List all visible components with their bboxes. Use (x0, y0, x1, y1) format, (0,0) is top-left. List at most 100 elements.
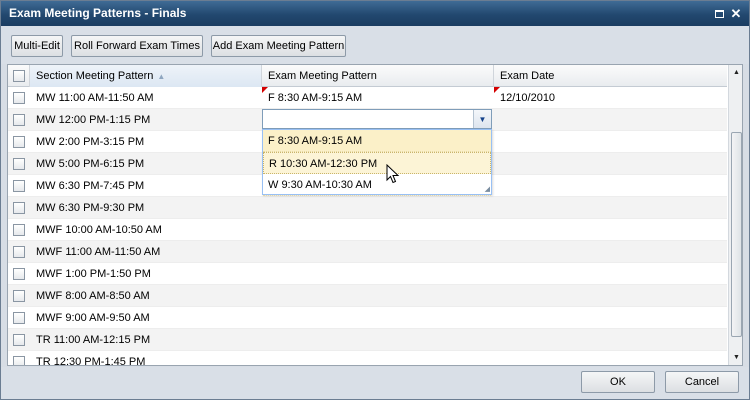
row-checkbox[interactable] (13, 136, 25, 148)
row-select-cell[interactable] (8, 329, 30, 350)
row-select-cell[interactable] (8, 351, 30, 365)
row-select-cell[interactable] (8, 219, 30, 240)
exam-date-cell[interactable] (494, 241, 727, 262)
exam-meeting-pattern-cell[interactable] (262, 329, 494, 350)
scroll-down-icon[interactable]: ▼ (729, 350, 742, 365)
exam-date-cell[interactable] (494, 197, 727, 218)
row-checkbox[interactable] (13, 224, 25, 236)
row-select-cell[interactable] (8, 307, 30, 328)
table-row[interactable]: MWF 11:00 AM-11:50 AM (8, 241, 727, 263)
row-select-cell[interactable] (8, 241, 30, 262)
add-exam-meeting-pattern-button[interactable]: Add Exam Meeting Pattern (211, 35, 346, 57)
row-checkbox[interactable] (13, 312, 25, 324)
window-title: Exam Meeting Patterns - Finals (9, 6, 187, 20)
section-meeting-pattern-cell: TR 11:00 AM-12:15 PM (36, 334, 151, 346)
row-checkbox[interactable] (13, 246, 25, 258)
exam-date-cell[interactable]: 12/10/2010 (494, 87, 727, 108)
section-meeting-pattern-cell: MWF 11:00 AM-11:50 AM (36, 246, 161, 258)
scrollbar-thumb[interactable] (731, 132, 742, 337)
column-header-label: Exam Date (500, 70, 555, 82)
dropdown-option[interactable]: R 10:30 AM-12:30 PM (263, 152, 491, 174)
ok-button[interactable]: OK (581, 371, 655, 393)
row-checkbox[interactable] (13, 114, 25, 126)
exam-meeting-pattern-cell[interactable] (262, 351, 494, 365)
row-select-cell[interactable] (8, 131, 30, 152)
row-checkbox[interactable] (13, 202, 25, 214)
section-meeting-pattern-cell: MWF 9:00 AM-9:50 AM (36, 312, 150, 324)
dropdown-option[interactable]: W 9:30 AM-10:30 AM (263, 174, 491, 196)
close-icon[interactable]: ✕ (730, 7, 742, 20)
exam-date-cell[interactable] (494, 263, 727, 284)
exam-date-cell[interactable] (494, 307, 727, 328)
exam-date-cell[interactable] (494, 153, 727, 174)
resize-handle-icon[interactable]: ◢ (485, 185, 490, 193)
exam-date-cell[interactable] (494, 285, 727, 306)
table-row[interactable]: MWF 1:00 PM-1:50 PM (8, 263, 727, 285)
exam-date-cell[interactable] (494, 131, 727, 152)
exam-meeting-pattern-cell[interactable] (262, 263, 494, 284)
column-header-section-meeting-pattern[interactable]: Section Meeting Pattern ▲ (30, 65, 262, 87)
column-header-exam-meeting-pattern[interactable]: Exam Meeting Pattern (262, 65, 494, 87)
exam-meeting-pattern-cell[interactable]: F 8:30 AM-9:15 AM (262, 87, 494, 108)
row-checkbox[interactable] (13, 180, 25, 192)
multi-edit-button[interactable]: Multi-Edit (11, 35, 63, 57)
row-select-cell[interactable] (8, 263, 30, 284)
toolbar: Multi-Edit Roll Forward Exam Times Add E… (1, 26, 749, 64)
exam-date-cell[interactable] (494, 175, 727, 196)
table-row[interactable]: MWF 9:00 AM-9:50 AM (8, 307, 727, 329)
header-select-all[interactable] (8, 65, 30, 87)
row-select-cell[interactable] (8, 197, 30, 218)
exam-meeting-pattern-cell[interactable] (262, 219, 494, 240)
roll-forward-exam-times-button[interactable]: Roll Forward Exam Times (71, 35, 203, 57)
exam-date-cell[interactable] (494, 329, 727, 350)
table-row[interactable]: MW 11:00 AM-11:50 AM F 8:30 AM-9:15 AM 1… (8, 87, 727, 109)
section-meeting-pattern-cell: MW 12:00 PM-1:15 PM (36, 114, 151, 126)
maximize-icon[interactable] (713, 8, 725, 20)
row-select-cell[interactable] (8, 175, 30, 196)
dropdown-option[interactable]: F 8:30 AM-9:15 AM (263, 130, 491, 152)
row-select-cell[interactable] (8, 87, 30, 108)
cancel-button[interactable]: Cancel (665, 371, 739, 393)
select-all-checkbox[interactable] (13, 70, 25, 82)
exam-date-cell[interactable] (494, 351, 727, 365)
row-select-cell[interactable] (8, 109, 30, 130)
scroll-up-icon[interactable]: ▲ (729, 65, 742, 80)
vertical-scrollbar[interactable]: ▲ ▼ (728, 65, 742, 365)
column-header-exam-date[interactable]: Exam Date (494, 65, 727, 87)
exam-meeting-pattern-cell[interactable] (262, 241, 494, 262)
exam-meeting-pattern-cell[interactable] (262, 307, 494, 328)
exam-date-cell[interactable] (494, 109, 727, 130)
exam-date-cell[interactable] (494, 219, 727, 240)
row-checkbox[interactable] (13, 92, 25, 104)
row-checkbox[interactable] (13, 356, 25, 365)
section-meeting-pattern-cell: MW 2:00 PM-3:15 PM (36, 136, 145, 148)
row-select-cell[interactable] (8, 153, 30, 174)
title-bar[interactable]: Exam Meeting Patterns - Finals ✕ (1, 1, 749, 26)
row-select-cell[interactable] (8, 285, 30, 306)
column-header-label: Exam Meeting Pattern (268, 70, 377, 82)
exam-meeting-pattern-combobox[interactable]: ▼ (262, 109, 492, 129)
table-row[interactable]: TR 12:30 PM-1:45 PM (8, 351, 727, 366)
section-meeting-pattern-cell: TR 12:30 PM-1:45 PM (36, 356, 146, 366)
sort-ascending-icon: ▲ (157, 72, 166, 81)
mouse-pointer-icon (386, 164, 400, 184)
column-header-label: Section Meeting Pattern (36, 70, 154, 82)
section-meeting-pattern-cell: MW 6:30 PM-7:45 PM (36, 180, 145, 192)
exam-meeting-pattern-input[interactable] (263, 110, 471, 128)
row-checkbox[interactable] (13, 290, 25, 302)
row-checkbox[interactable] (13, 158, 25, 170)
table-row[interactable]: MW 6:30 PM-9:30 PM (8, 197, 727, 219)
exam-meeting-patterns-dialog: Exam Meeting Patterns - Finals ✕ Multi-E… (0, 0, 750, 400)
dropdown-trigger-chevron-down-icon[interactable]: ▼ (473, 110, 491, 128)
table-row[interactable]: MWF 10:00 AM-10:50 AM (8, 219, 727, 241)
table-row[interactable]: TR 11:00 AM-12:15 PM (8, 329, 727, 351)
row-checkbox[interactable] (13, 268, 25, 280)
section-meeting-pattern-cell: MWF 1:00 PM-1:50 PM (36, 268, 151, 280)
exam-meeting-pattern-cell[interactable] (262, 285, 494, 306)
exam-meeting-pattern-cell[interactable] (262, 197, 494, 218)
table-row[interactable]: MWF 8:00 AM-8:50 AM (8, 285, 727, 307)
exam-meeting-pattern-options-list: F 8:30 AM-9:15 AM R 10:30 AM-12:30 PM W … (262, 129, 492, 196)
section-meeting-pattern-cell: MWF 10:00 AM-10:50 AM (36, 224, 162, 236)
row-checkbox[interactable] (13, 334, 25, 346)
section-meeting-pattern-cell: MW 6:30 PM-9:30 PM (36, 202, 145, 214)
